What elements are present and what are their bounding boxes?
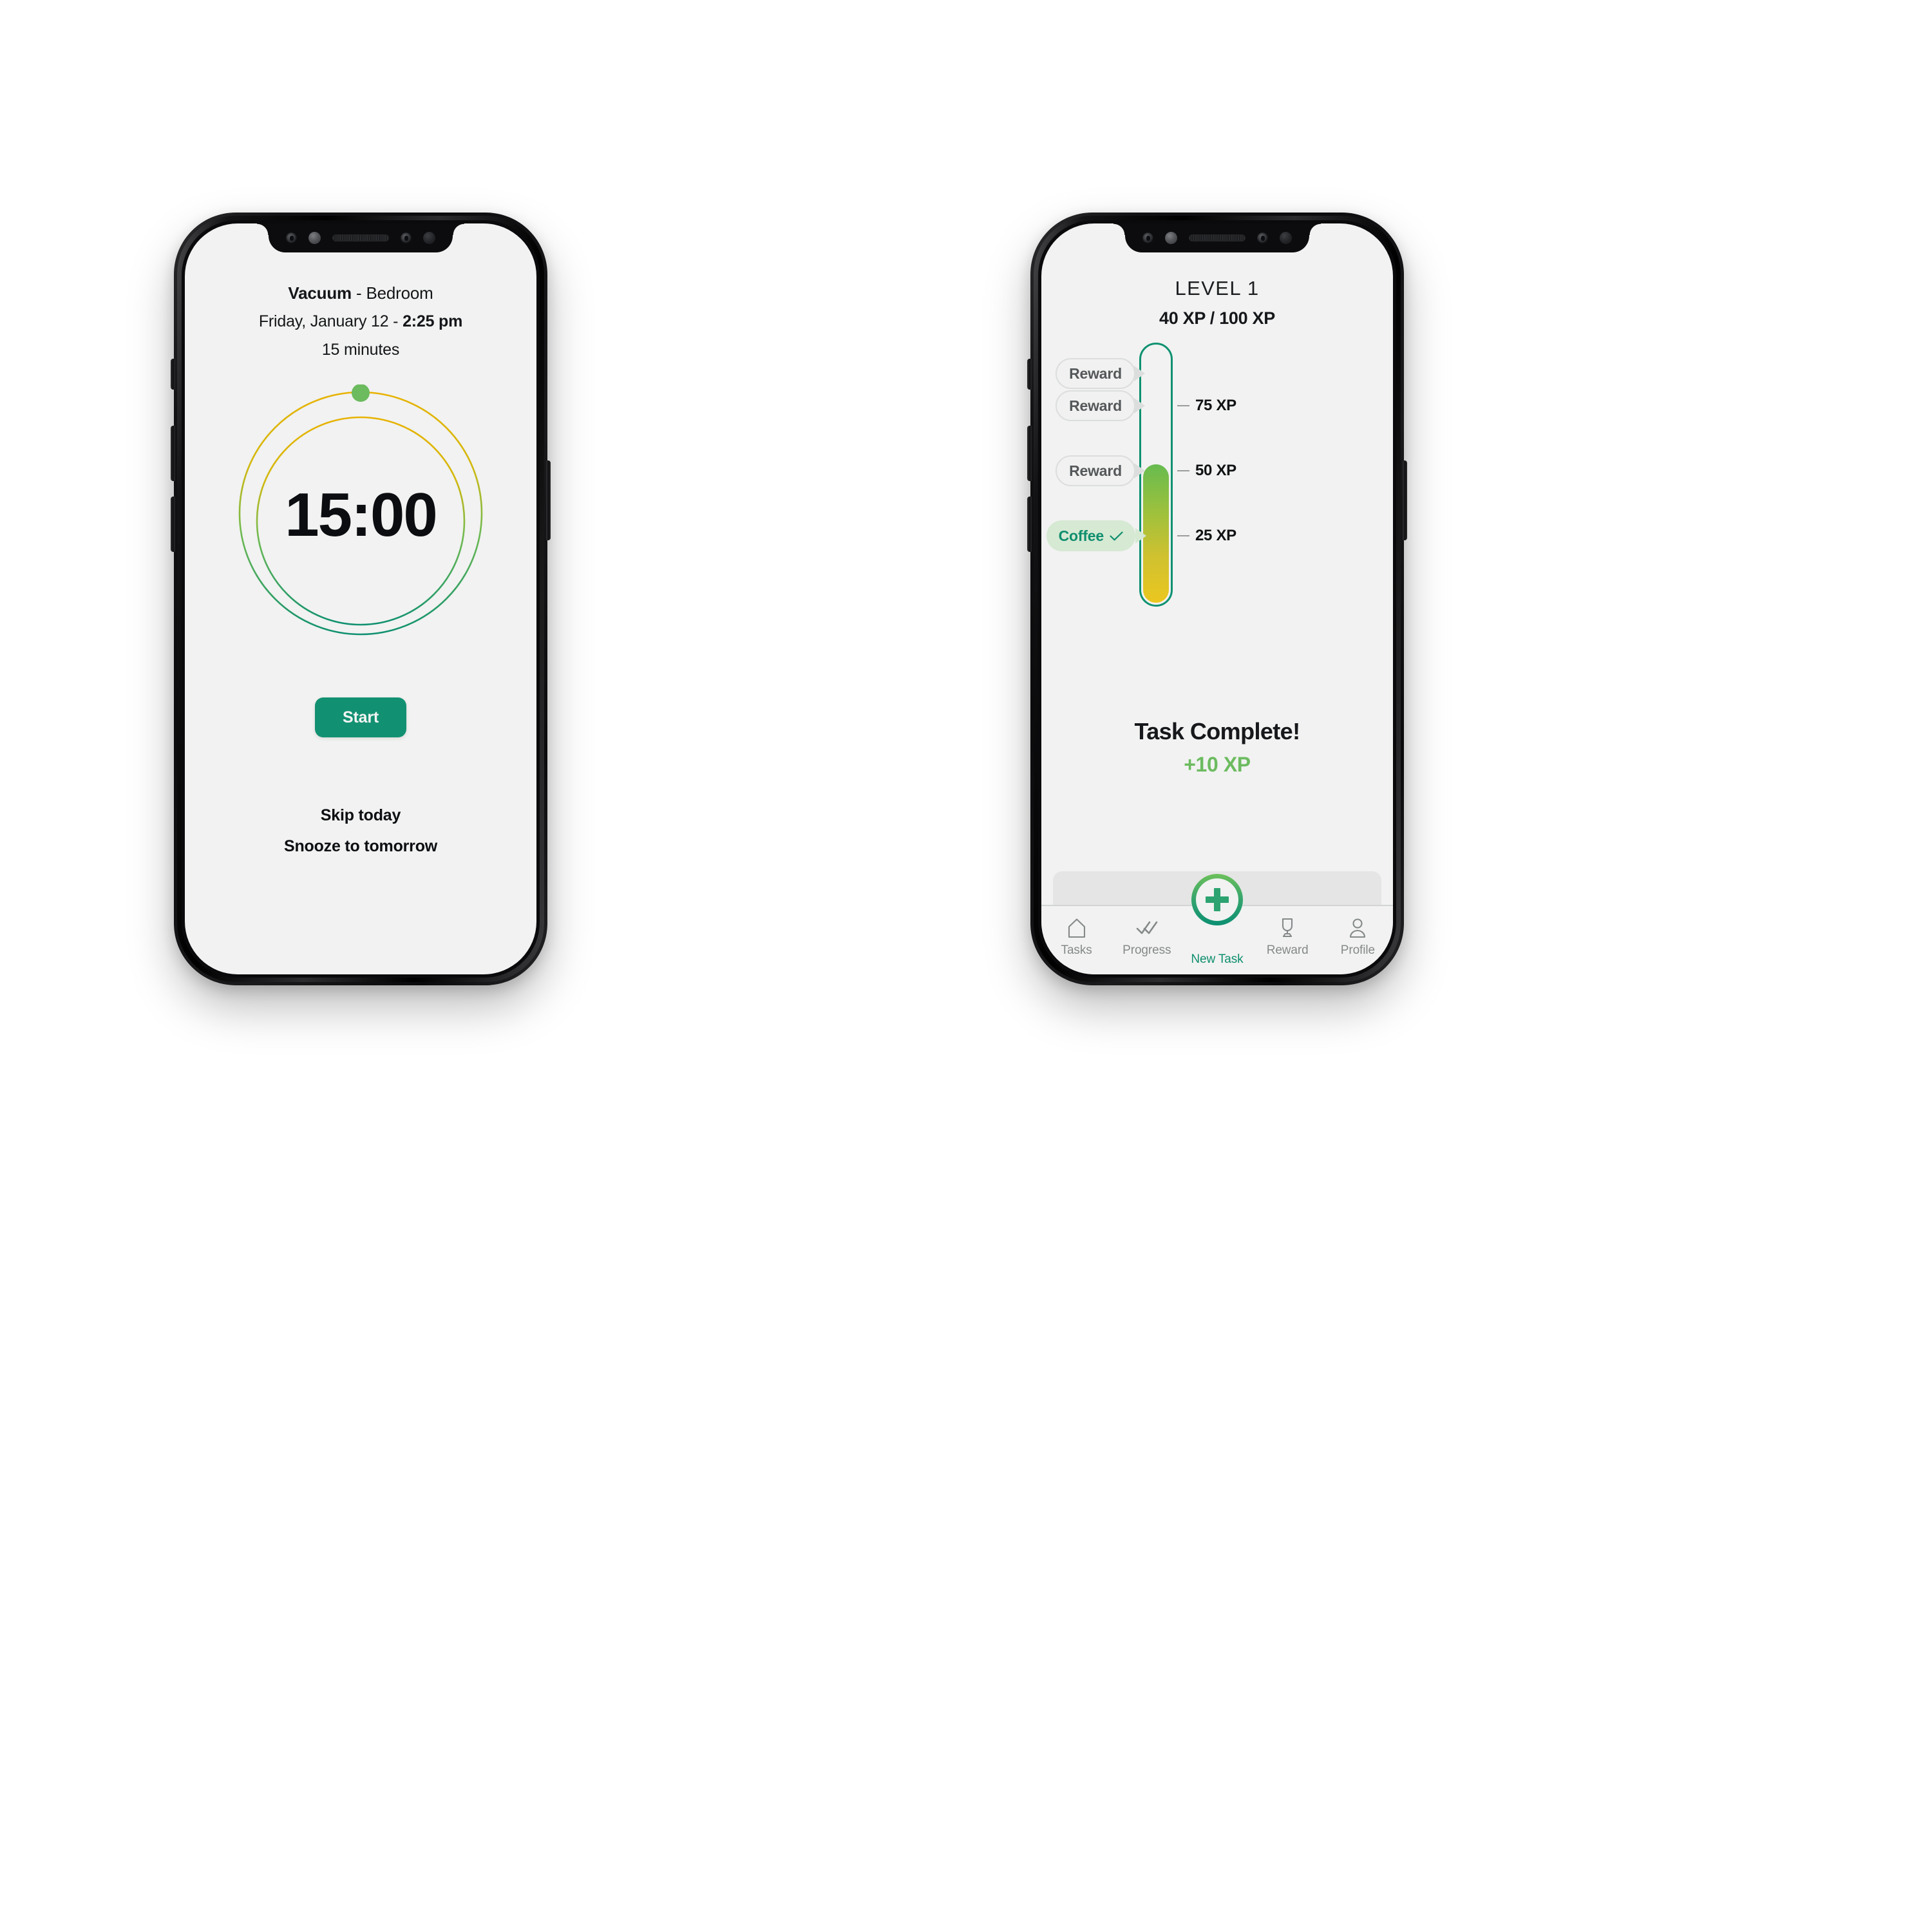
reward-badge-coffee[interactable]: Coffee	[1046, 520, 1135, 551]
tick-75: 75 XP	[1177, 397, 1236, 415]
task-name: Vacuum	[288, 283, 352, 303]
volume-up-button[interactable]	[171, 426, 175, 481]
earpiece-speaker-icon	[332, 234, 389, 242]
tick-label-75: 75 XP	[1195, 397, 1236, 414]
tick-dash-icon	[1177, 535, 1189, 536]
reward-badge-2[interactable]: Reward	[1056, 455, 1135, 486]
tick-label-50: 50 XP	[1195, 462, 1236, 479]
task-title: Vacuum - Bedroom	[185, 285, 536, 301]
level-label: LEVEL 1	[1175, 277, 1260, 299]
mute-switch-button-2[interactable]	[1027, 359, 1032, 390]
ambient-sensor-icon-2	[1257, 232, 1268, 243]
task-duration: 15 minutes	[321, 341, 400, 359]
phone-notch	[257, 223, 453, 252]
reward-badge-label: Reward	[1069, 397, 1122, 414]
nav-label-tasks: Tasks	[1061, 943, 1092, 957]
power-button[interactable]	[546, 460, 551, 540]
phone-left: Vacuum - Bedroom Friday, January 12 - 2:…	[171, 213, 551, 985]
volume-up-button-2[interactable]	[1027, 426, 1032, 481]
task-datetime: Friday, January 12 - 2:25 pm	[185, 314, 536, 330]
task-complete-status: Task Complete! +10 XP	[1041, 718, 1393, 777]
volume-down-button[interactable]	[171, 497, 175, 552]
screenshot-stage: Vacuum - Bedroom Friday, January 12 - 2:…	[0, 0, 1932, 1932]
xp-gain-label: +10 XP	[1184, 753, 1251, 776]
start-button[interactable]: Start	[315, 697, 406, 737]
task-header: Vacuum - Bedroom Friday, January 12 - 2:…	[185, 285, 536, 358]
timer-dial[interactable]: 15:00	[232, 384, 489, 642]
skip-today-link[interactable]: Skip today	[185, 806, 536, 825]
home-icon	[1067, 918, 1086, 938]
tick-dash-icon	[1177, 470, 1189, 471]
tick-25: 25 XP	[1177, 527, 1236, 545]
xp-progress-label: 40 XP / 100 XP	[1159, 308, 1275, 328]
nav-label-reward: Reward	[1266, 943, 1309, 957]
checks-icon	[1136, 918, 1158, 938]
reward-badge-label: Reward	[1069, 365, 1122, 382]
phone-right: LEVEL 1 40 XP / 100 XP 75 XP 50 XP 25 XP	[1027, 213, 1407, 985]
task-date: Friday, January 12 -	[258, 312, 403, 330]
trophy-icon	[1278, 918, 1296, 938]
nav-label-new-task: New Task	[1191, 952, 1244, 966]
tick-50: 50 XP	[1177, 462, 1236, 480]
check-icon	[1110, 531, 1123, 540]
proximity-sensor-icon-2	[1142, 232, 1153, 243]
task-location: Bedroom	[366, 283, 433, 303]
nav-item-reward[interactable]: Reward	[1259, 918, 1316, 958]
mute-switch-button[interactable]	[171, 359, 175, 390]
nav-item-progress[interactable]: Progress	[1119, 918, 1175, 958]
new-task-fab-inner	[1196, 878, 1238, 921]
task-complete-title: Task Complete!	[1134, 718, 1301, 744]
task-separator: -	[351, 283, 366, 303]
reward-badge-4[interactable]: Reward	[1056, 358, 1135, 389]
nav-item-tasks[interactable]: Tasks	[1048, 918, 1105, 958]
ambient-sensor-icon	[401, 232, 412, 243]
reward-badge-3[interactable]: Reward	[1056, 390, 1135, 421]
phone-right-screen: LEVEL 1 40 XP / 100 XP 75 XP 50 XP 25 XP	[1041, 223, 1393, 974]
tick-label-25: 25 XP	[1195, 527, 1236, 544]
task-time: 2:25 pm	[402, 312, 463, 330]
reward-badge-label: Reward	[1069, 462, 1122, 479]
nav-label-progress: Progress	[1122, 943, 1171, 957]
plus-icon	[1206, 888, 1229, 911]
ir-camera-icon-2	[1280, 232, 1292, 244]
snooze-to-tomorrow-link[interactable]: Snooze to tomorrow	[185, 837, 536, 856]
reward-badge-label: Coffee	[1058, 527, 1104, 544]
earpiece-speaker-icon-2	[1189, 234, 1245, 242]
proximity-sensor-icon	[286, 232, 297, 243]
tick-dash-icon	[1177, 405, 1189, 406]
level-header: LEVEL 1 40 XP / 100 XP	[1041, 277, 1393, 328]
power-button-2[interactable]	[1403, 460, 1407, 540]
front-camera-icon	[308, 232, 321, 244]
person-icon	[1349, 918, 1367, 938]
new-task-fab-button[interactable]	[1191, 874, 1243, 925]
phone-left-screen: Vacuum - Bedroom Friday, January 12 - 2:…	[185, 223, 536, 974]
nav-label-profile: Profile	[1340, 943, 1375, 957]
phone-notch-2	[1113, 223, 1309, 252]
front-camera-icon-2	[1165, 232, 1177, 244]
volume-down-button-2[interactable]	[1027, 497, 1032, 552]
timer-display: 15:00	[285, 480, 438, 549]
nav-item-profile[interactable]: Profile	[1329, 918, 1386, 958]
ir-camera-icon	[423, 232, 435, 244]
xp-thermometer-fill	[1143, 464, 1169, 603]
